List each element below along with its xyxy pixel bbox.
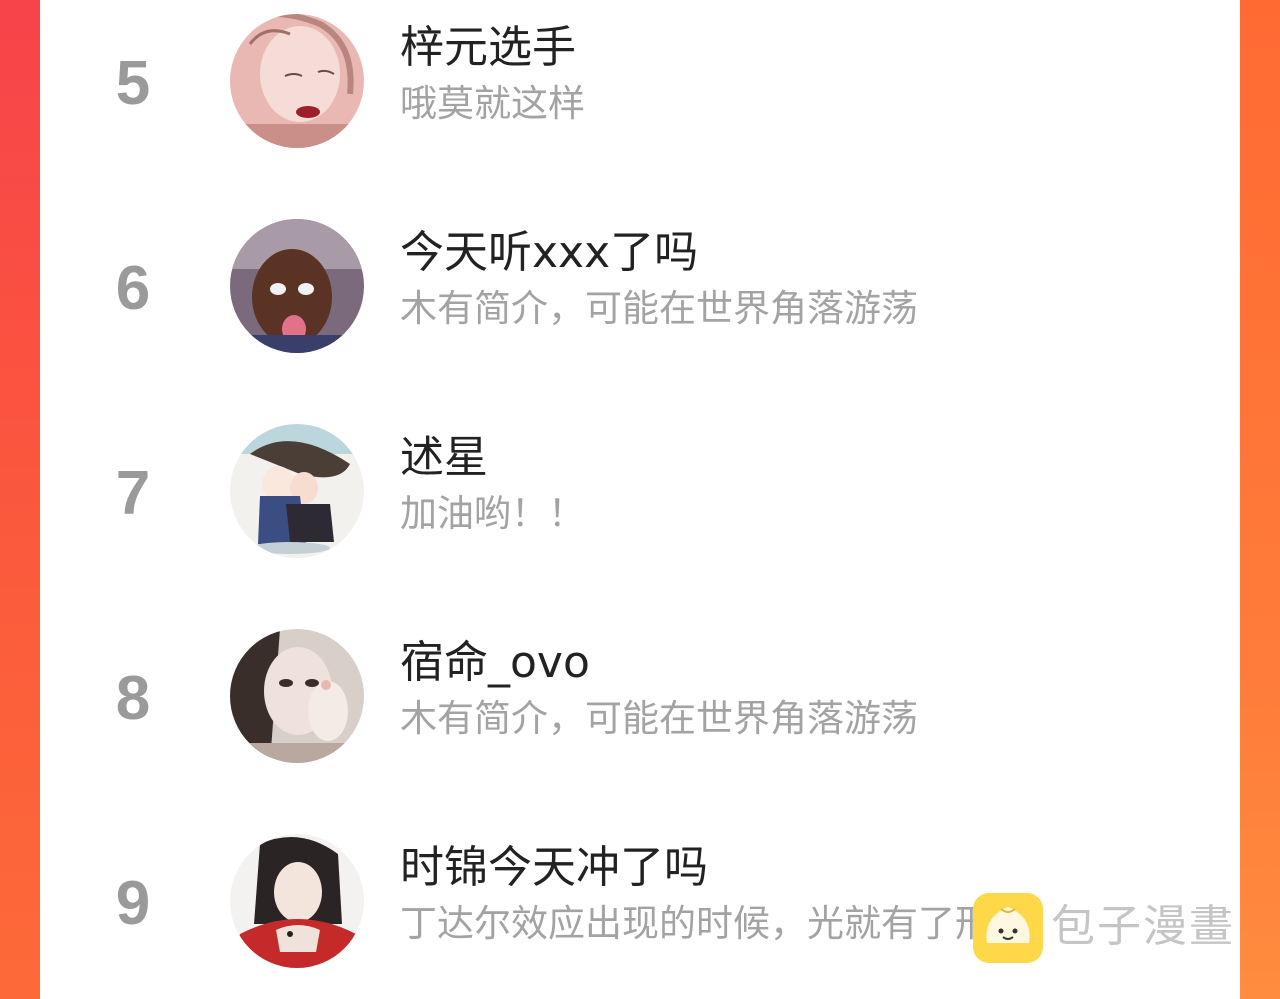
right-decor-band — [1240, 0, 1280, 999]
user-bio: 木有简介，可能在世界角落游荡 — [400, 697, 918, 740]
user-bio: 木有简介，可能在世界角落游荡 — [400, 287, 918, 330]
rank-number: 8 — [115, 664, 151, 733]
avatar[interactable] — [230, 14, 364, 148]
user-bio: 哦莫就这样 — [400, 82, 585, 125]
list-item[interactable]: 8 宿命_ovo 木有简介，可能在世界角落游荡 — [40, 620, 1240, 770]
ranking-list: 5 梓元选手 哦莫就这样 6 今天听xxx了吗 木有简介，可能在世界角落游荡 7… — [40, 0, 1240, 999]
avatar[interactable] — [230, 834, 364, 968]
site-watermark: 包子漫畫 — [973, 893, 1253, 965]
rank-number: 6 — [115, 254, 151, 323]
user-name: 时锦今天冲了吗 — [400, 842, 708, 893]
rank-number: 5 — [115, 49, 151, 118]
watermark-text: 包子漫畫 — [1051, 901, 1235, 952]
avatar[interactable] — [230, 424, 364, 558]
list-item[interactable]: 5 梓元选手 哦莫就这样 — [40, 5, 1240, 155]
list-item[interactable]: 7 述星 加油哟！！ — [40, 415, 1240, 565]
avatar[interactable] — [230, 219, 364, 353]
user-bio: 加油哟！！ — [400, 492, 585, 535]
user-bio: 丁达尔效应出现的时候，光就有了形状。 — [400, 902, 1066, 945]
user-name: 梓元选手 — [400, 22, 576, 73]
list-item[interactable]: 6 今天听xxx了吗 木有简介，可能在世界角落游荡 — [40, 210, 1240, 360]
user-name: 述星 — [400, 432, 488, 483]
user-name: 今天听xxx了吗 — [400, 227, 699, 278]
rank-number: 7 — [115, 459, 151, 528]
rank-number: 9 — [115, 869, 151, 938]
avatar[interactable] — [230, 629, 364, 763]
user-name: 宿命_ovo — [400, 637, 590, 688]
left-decor-band — [0, 0, 40, 999]
bun-logo-icon — [973, 893, 1043, 963]
